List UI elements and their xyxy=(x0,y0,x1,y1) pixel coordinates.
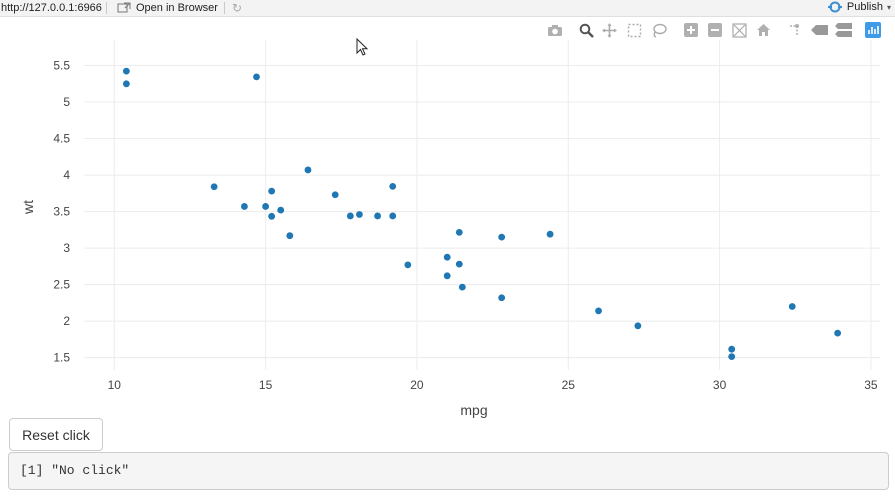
x-tick-label: 30 xyxy=(713,378,727,392)
scatter-point[interactable] xyxy=(443,253,451,261)
x-tick-label: 15 xyxy=(259,378,273,392)
y-axis-title: wt xyxy=(20,200,36,215)
mouse-cursor-icon xyxy=(356,38,369,56)
y-tick-label: 2 xyxy=(63,314,70,328)
scatter-point[interactable] xyxy=(374,212,381,220)
y-tick-label: 3.5 xyxy=(53,205,70,219)
scatter-point[interactable] xyxy=(728,345,736,353)
y-tick-label: 5 xyxy=(63,95,70,109)
scatter-point[interactable] xyxy=(634,322,642,330)
scatter-point[interactable] xyxy=(122,67,130,75)
publish-button[interactable]: Publish ▾ xyxy=(827,1,891,13)
scatter-point[interactable] xyxy=(253,73,260,81)
data-points[interactable] xyxy=(122,67,842,361)
toolbar-divider xyxy=(106,2,107,14)
scatter-point[interactable] xyxy=(241,203,248,210)
scatter-point[interactable] xyxy=(331,191,339,199)
reset-click-button[interactable]: Reset click xyxy=(9,418,103,451)
y-tick-label: 5.5 xyxy=(53,59,70,73)
chevron-down-icon: ▾ xyxy=(886,2,891,12)
scatter-point[interactable] xyxy=(834,329,842,337)
x-tick-label: 35 xyxy=(864,378,878,392)
scatter-point[interactable] xyxy=(268,212,276,220)
scatter-point[interactable] xyxy=(788,303,796,310)
open-browser-icon xyxy=(117,2,131,13)
scatter-point[interactable] xyxy=(498,294,506,302)
publish-label: Publish xyxy=(846,1,883,13)
x-axis-ticks: 10 15 20 25 30 35 xyxy=(108,378,878,392)
scatter-point[interactable] xyxy=(268,187,276,195)
scatter-point[interactable] xyxy=(389,182,397,190)
y-tick-label: 2.5 xyxy=(53,278,70,292)
scatter-point[interactable] xyxy=(443,272,451,280)
publish-icon xyxy=(827,1,842,13)
refresh-icon[interactable]: ↻ xyxy=(232,1,242,15)
scatter-point[interactable] xyxy=(455,228,463,236)
y-tick-label: 4 xyxy=(63,168,70,182)
y-tick-label: 3 xyxy=(63,241,70,255)
scatter-point[interactable] xyxy=(122,80,130,88)
click-output: [1] "No click" xyxy=(8,452,889,490)
scatter-point[interactable] xyxy=(286,232,294,240)
x-tick-label: 20 xyxy=(410,378,424,392)
scatter-point[interactable] xyxy=(262,203,269,210)
grid-lines xyxy=(84,40,880,370)
toolbar-divider xyxy=(224,2,225,14)
y-tick-label: 4.5 xyxy=(53,132,70,146)
url-label: http://127.0.0.1:6966 xyxy=(1,2,102,14)
scatter-point[interactable] xyxy=(546,230,554,238)
scatter-point[interactable] xyxy=(304,166,312,174)
scatter-plot[interactable]: 1.5 2 2.5 3 3.5 4 4.5 5 5.5 10 15 20 25 30 35 mpg wt xyxy=(0,30,895,422)
scatter-point[interactable] xyxy=(404,261,412,269)
scatter-point[interactable] xyxy=(455,260,463,268)
scatter-point[interactable] xyxy=(595,307,602,315)
viewer-toolbar: http://127.0.0.1:6966 Open in Browser ↻ … xyxy=(0,0,895,17)
scatter-point[interactable] xyxy=(498,233,506,241)
y-axis-ticks: 1.5 2 2.5 3 3.5 4 4.5 5 5.5 xyxy=(53,59,70,365)
scatter-point[interactable] xyxy=(728,353,736,361)
scatter-point[interactable] xyxy=(210,183,218,191)
y-tick-label: 1.5 xyxy=(53,351,70,365)
open-in-browser-label: Open in Browser xyxy=(136,2,218,14)
x-axis-title: mpg xyxy=(460,402,487,418)
x-tick-label: 25 xyxy=(562,378,576,392)
x-tick-label: 10 xyxy=(108,378,122,392)
scatter-point[interactable] xyxy=(458,283,466,291)
scatter-point[interactable] xyxy=(277,206,285,214)
scatter-point[interactable] xyxy=(346,212,354,220)
scatter-point[interactable] xyxy=(389,212,397,220)
open-in-browser-button[interactable]: Open in Browser xyxy=(117,2,218,14)
scatter-point[interactable] xyxy=(356,211,363,218)
